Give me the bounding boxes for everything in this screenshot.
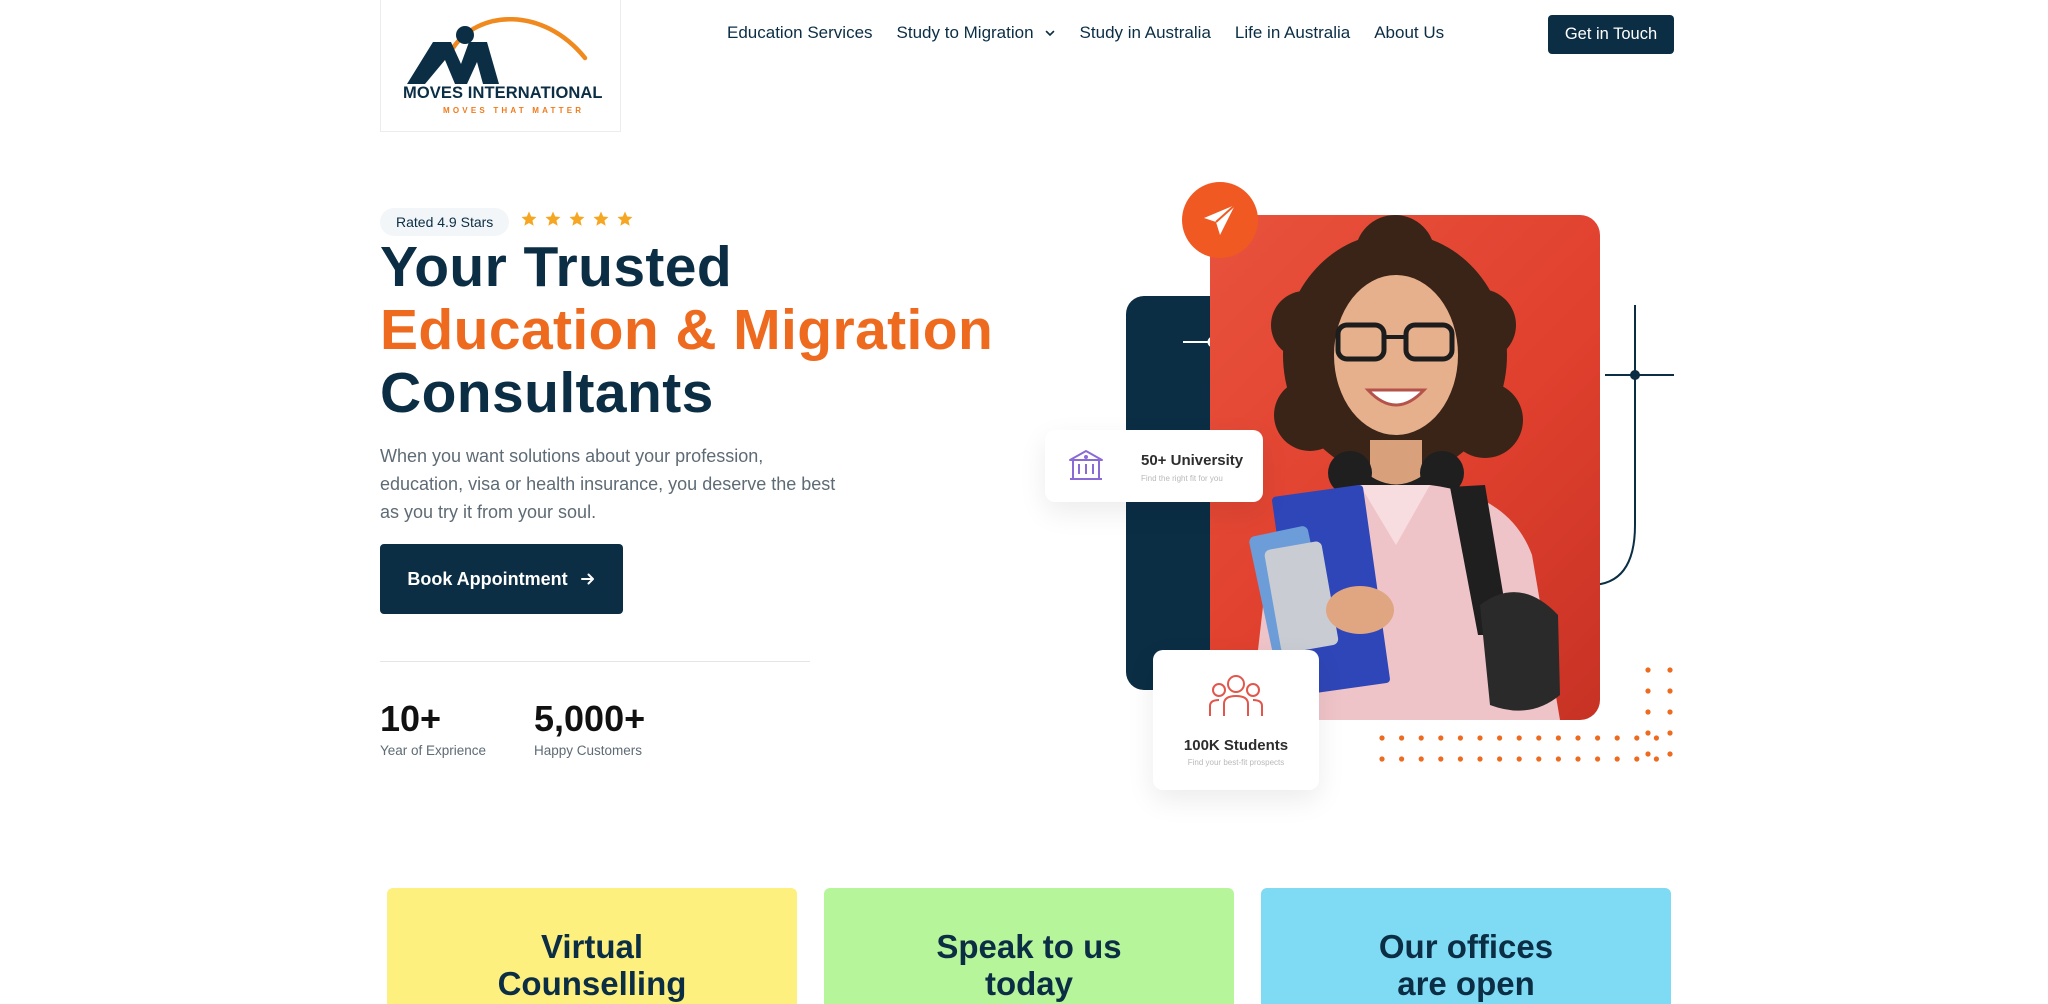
- hero-heading-line3: Consultants: [380, 361, 714, 425]
- nav-about-us[interactable]: About Us: [1374, 22, 1444, 44]
- stat-customers: 5,000+ Happy Customers: [534, 697, 645, 758]
- rating-badge: Rated 4.9 Stars: [380, 208, 510, 236]
- nav-label: Study in Australia: [1079, 23, 1211, 42]
- stat-years: 10+ Year of Exprience: [380, 697, 486, 758]
- star-icon: [521, 211, 537, 226]
- students-group-icon: [1209, 675, 1263, 716]
- stat-value: 10+: [380, 698, 442, 739]
- decorative-dot: [1516, 735, 1522, 741]
- main-nav: Education Services Study to Migration St…: [727, 22, 1444, 44]
- paper-plane-badge: [1182, 182, 1258, 258]
- hero-heading-line1: Your Trusted: [380, 235, 733, 299]
- decorative-dot: [1667, 709, 1673, 715]
- decorative-dot: [1575, 756, 1581, 762]
- decorative-dot: [1575, 735, 1581, 741]
- decorative-dot: [1457, 756, 1463, 762]
- decorative-dot: [1667, 667, 1673, 673]
- decorative-dot: [1477, 756, 1483, 762]
- info-card-virtual-counselling[interactable]: Virtual Counselling: [387, 888, 797, 1004]
- star-icon: [617, 211, 633, 226]
- paper-plane-icon: [1204, 204, 1236, 235]
- stat-label: Happy Customers: [534, 743, 643, 758]
- nav-life-in-australia[interactable]: Life in Australia: [1235, 22, 1350, 44]
- decorative-dot: [1438, 735, 1444, 741]
- logo[interactable]: MOVES INTERNATIONAL MOVES THAT MATTER: [380, 0, 621, 132]
- star-icon: [569, 211, 585, 226]
- students-card: 100K Students Find your best-fit prospec…: [1153, 650, 1319, 790]
- nav-label: Life in Australia: [1234, 23, 1351, 42]
- decorative-dot: [1379, 756, 1385, 762]
- decorative-dot: [1667, 730, 1673, 736]
- decorative-dot: [1555, 735, 1561, 741]
- decorative-dot: [1614, 756, 1620, 762]
- decorative-dot: [1667, 688, 1673, 694]
- university-card-subtitle: Find the right fit for you: [1141, 474, 1223, 483]
- decorative-dot: [1645, 709, 1651, 715]
- info-card-title: Our offices are open: [1378, 928, 1554, 1002]
- decorative-dot: [1516, 756, 1522, 762]
- decorative-dot: [1438, 756, 1444, 762]
- decorative-dot: [1667, 751, 1673, 757]
- decorative-dot: [1653, 735, 1659, 741]
- decorative-dot: [1555, 756, 1561, 762]
- logo-tagline: MOVES THAT MATTER: [443, 106, 585, 115]
- decorative-dot: [1645, 751, 1651, 757]
- hero-divider: [380, 661, 810, 662]
- decorative-dot: [1379, 735, 1385, 741]
- book-appointment-label: Book Appointment: [407, 568, 568, 589]
- students-card-title: 100K Students: [1183, 737, 1289, 754]
- get-in-touch-button[interactable]: Get in Touch: [1548, 15, 1674, 54]
- hero-heading-line2: Education & Migration: [380, 298, 994, 362]
- decorative-dot: [1595, 756, 1601, 762]
- stat-value: 5,000+: [534, 698, 646, 739]
- star-icon: [593, 211, 609, 226]
- chevron-down-icon: [1045, 30, 1054, 37]
- info-card-title: Virtual Counselling: [497, 928, 687, 1002]
- decorative-dot: [1634, 735, 1640, 741]
- university-card: 50+ University Find the right fit for yo…: [1045, 430, 1263, 502]
- student-photo: [1210, 215, 1600, 720]
- decorative-dot: [1418, 735, 1424, 741]
- decorative-dot: [1536, 756, 1542, 762]
- decorative-dot: [1399, 735, 1405, 741]
- logo-wordmark: MOVES INTERNATIONAL: [403, 84, 603, 102]
- info-card-title: Speak to us today: [936, 928, 1122, 1002]
- hero-description: When you want solutions about your profe…: [380, 446, 836, 522]
- decorative-dot: [1536, 735, 1542, 741]
- student-photo-illustration: [1249, 215, 1560, 720]
- nav-label: Education Services: [727, 23, 873, 42]
- info-card-speak-to-us[interactable]: Speak to us today: [824, 888, 1234, 1004]
- decorative-dot: [1399, 756, 1405, 762]
- decorative-dot: [1497, 735, 1503, 741]
- decorative-dot: [1457, 735, 1463, 741]
- students-card-subtitle: Find your best-fit prospects: [1187, 758, 1285, 767]
- nav-study-to-migration[interactable]: Study to Migration: [897, 22, 1056, 44]
- star-icon: [545, 211, 561, 226]
- nav-education-services[interactable]: Education Services: [727, 22, 873, 44]
- hero-heading: Your Trusted Education & Migration Consu…: [380, 236, 993, 425]
- stat-label: Year of Exprience: [380, 743, 487, 758]
- decorative-dot: [1595, 735, 1601, 741]
- decorative-dot: [1497, 756, 1503, 762]
- decorative-dot: [1645, 688, 1651, 694]
- decorative-dot: [1653, 756, 1659, 762]
- decorative-dot: [1614, 735, 1620, 741]
- decorative-dot: [1645, 730, 1651, 736]
- nav-study-in-australia[interactable]: Study in Australia: [1080, 22, 1211, 44]
- university-building-icon: [1069, 450, 1103, 480]
- hero-illustration: 50+ University Find the right fit for yo…: [1030, 170, 1690, 810]
- dot-grid-decoration: [1379, 667, 1673, 762]
- nav-label: Study to Migration: [896, 23, 1034, 42]
- decorative-dot: [1477, 735, 1483, 741]
- decorative-dot: [1634, 756, 1640, 762]
- decorative-dot: [1645, 667, 1651, 673]
- decorative-dot: [1418, 756, 1424, 762]
- arrow-right-icon: [580, 573, 594, 585]
- moves-logo-mark-icon: [407, 17, 588, 84]
- book-appointment-button[interactable]: Book Appointment: [380, 544, 623, 614]
- nav-label: About Us: [1374, 23, 1445, 42]
- university-card-title: 50+ University: [1141, 452, 1244, 469]
- rating-stars: [520, 210, 634, 228]
- info-card-offices-open[interactable]: Our offices are open: [1261, 888, 1671, 1004]
